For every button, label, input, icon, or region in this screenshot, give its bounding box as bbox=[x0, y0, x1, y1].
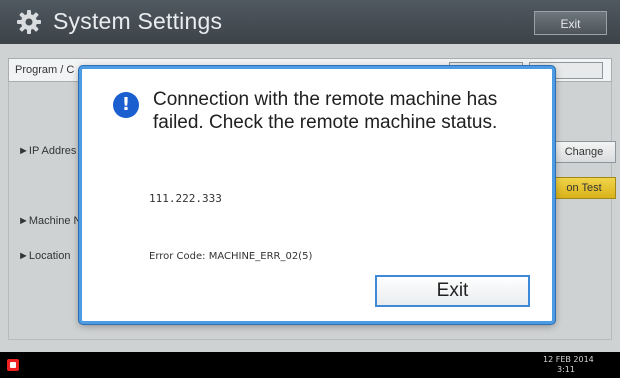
error-dialog: ! Connection with the remote machine has… bbox=[79, 66, 555, 324]
error-message: Connection with the remote machine has f… bbox=[153, 89, 498, 133]
date-text: 12 FEB 2014 bbox=[543, 355, 594, 364]
gear-icon bbox=[17, 10, 41, 34]
exit-button[interactable]: Exit bbox=[375, 275, 530, 307]
status-icon[interactable] bbox=[7, 359, 19, 371]
setting-item-machine-name[interactable]: ►Machine N bbox=[18, 215, 81, 227]
page-title: System Settings bbox=[53, 8, 223, 34]
exit-button-top[interactable]: Exit bbox=[534, 11, 607, 35]
screen: System Settings Exit Program / C ►IP Add… bbox=[0, 0, 620, 378]
alert-icon: ! bbox=[113, 92, 139, 118]
remote-address: 111.222.333 bbox=[149, 192, 222, 205]
status-bar: 12 FEB 2014 3:11 bbox=[0, 352, 620, 378]
breadcrumb-text: Program / C bbox=[15, 64, 75, 76]
setting-item-location[interactable]: ►Location bbox=[18, 250, 70, 262]
date-time: 12 FEB 2014 3:11 bbox=[543, 355, 594, 375]
change-button[interactable]: Change bbox=[552, 141, 616, 163]
setting-item-ip-address[interactable]: ►IP Addres bbox=[18, 145, 76, 157]
error-code: Error Code: MACHINE_ERR_02(5) bbox=[149, 251, 313, 262]
connection-test-button[interactable]: on Test bbox=[552, 177, 616, 199]
title-bar: System Settings Exit bbox=[0, 0, 620, 44]
time-text: 3:11 bbox=[557, 365, 575, 374]
